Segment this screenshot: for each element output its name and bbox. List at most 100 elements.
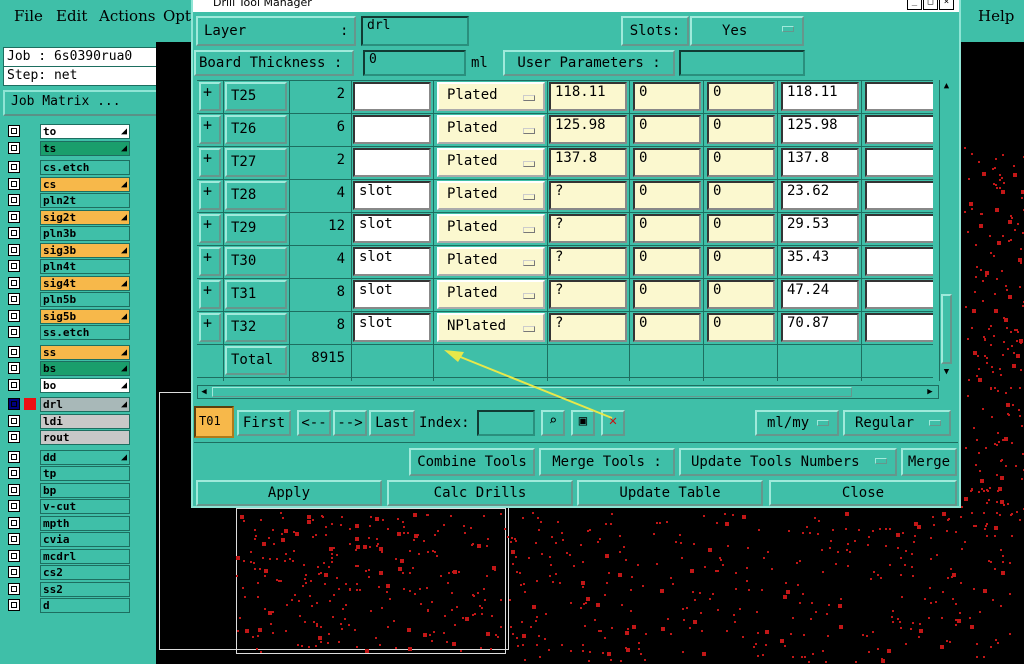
layer-checkbox[interactable] xyxy=(8,345,20,358)
dialog-titlebar[interactable]: Drill Tool Manager _ □ × xyxy=(193,0,959,12)
layer-checkbox[interactable] xyxy=(8,549,20,562)
tool-finish-size-input[interactable]: 29.53 xyxy=(781,214,859,243)
tool-size-input[interactable]: ? xyxy=(549,313,627,342)
tool-type-input[interactable]: slot xyxy=(353,247,431,276)
layer-name[interactable]: pln4t xyxy=(40,259,130,274)
layer-name[interactable]: sig5b ◢ xyxy=(40,308,130,324)
tool-size-input[interactable]: 125.98 xyxy=(549,115,627,144)
tool-plating-dropdown[interactable]: Plated xyxy=(437,148,545,177)
tool-tolerance-min-input[interactable]: 0 xyxy=(633,181,701,210)
tool-name[interactable]: T31 xyxy=(225,280,287,309)
close-icon[interactable]: × xyxy=(939,0,954,10)
tool-select-icon[interactable] xyxy=(199,214,221,243)
layer-name[interactable]: sig4t ◢ xyxy=(40,275,130,291)
layer-checkbox[interactable] xyxy=(8,177,20,190)
index-input[interactable] xyxy=(477,410,535,436)
tool-plating-dropdown[interactable]: NPlated xyxy=(437,313,545,342)
layer-row[interactable]: bs ◢ xyxy=(8,361,130,376)
merge-button[interactable]: Merge xyxy=(901,448,957,476)
tool-name[interactable]: T29 xyxy=(225,214,287,243)
layer-row[interactable]: pln5b xyxy=(8,292,130,307)
menu-edit[interactable]: Edit xyxy=(56,7,87,25)
layer-name[interactable]: pln3b xyxy=(40,226,130,241)
calc-drills-button[interactable]: Calc Drills xyxy=(387,480,573,506)
layer-row[interactable]: sig4t ◢ xyxy=(8,275,130,291)
prev-button[interactable]: <-- xyxy=(297,410,331,436)
board-thickness-input[interactable]: 0 xyxy=(363,50,466,76)
layer-input[interactable]: drl xyxy=(361,16,469,46)
tool-type-input[interactable]: slot xyxy=(353,181,431,210)
layer-checkbox[interactable] xyxy=(8,326,20,338)
layer-checkbox[interactable] xyxy=(8,161,20,173)
layer-row[interactable]: ss ◢ xyxy=(8,344,130,360)
layer-name[interactable]: sig2t ◢ xyxy=(40,209,130,225)
layer-name[interactable]: cs ◢ xyxy=(40,176,130,192)
tool-size-input[interactable]: ? xyxy=(549,280,627,309)
tool-tolerance-max-input[interactable]: 0 xyxy=(707,181,775,210)
menu-help[interactable]: Help xyxy=(978,7,1014,25)
hscroll-thumb[interactable] xyxy=(212,387,852,397)
tool-extra-input[interactable] xyxy=(865,181,933,210)
tool-size-input[interactable]: ? xyxy=(549,247,627,276)
layer-row[interactable]: dd ◢ xyxy=(8,449,130,465)
layer-row[interactable]: pln4t xyxy=(8,259,130,274)
tool-tolerance-max-input[interactable]: 0 xyxy=(707,214,775,243)
tool-plating-dropdown[interactable]: Plated xyxy=(437,82,545,111)
user-parameters-button[interactable]: User Parameters : xyxy=(503,50,675,76)
mode-dropdown[interactable]: Regular xyxy=(843,410,951,436)
apply-button[interactable]: Apply xyxy=(196,480,382,506)
tool-type-input[interactable]: slot xyxy=(353,313,431,342)
table-vertical-scrollbar[interactable]: ▲ ▼ xyxy=(939,80,953,381)
tool-tolerance-max-input[interactable]: 0 xyxy=(707,148,775,177)
tool-type-input[interactable] xyxy=(353,115,431,144)
menu-file[interactable]: File xyxy=(14,7,43,25)
layer-name[interactable]: tp xyxy=(40,466,130,481)
layer-row[interactable]: tp xyxy=(8,466,130,481)
layer-checkbox[interactable] xyxy=(8,500,20,512)
tool-select-icon[interactable] xyxy=(199,280,221,309)
layer-checkbox[interactable] xyxy=(8,227,20,239)
minimize-icon[interactable]: _ xyxy=(907,0,922,10)
tool-type-input[interactable] xyxy=(353,82,431,111)
table-horizontal-scrollbar[interactable]: ◀ ▶ xyxy=(197,385,939,399)
layer-checkbox[interactable] xyxy=(8,309,20,322)
layer-row[interactable]: cs2 xyxy=(8,565,130,580)
tool-tolerance-max-input[interactable]: 0 xyxy=(707,82,775,111)
layer-row[interactable]: sig2t ◢ xyxy=(8,209,130,225)
tool-select-icon[interactable] xyxy=(199,82,221,111)
next-button[interactable]: --> xyxy=(333,410,367,436)
layer-name[interactable]: pln5b xyxy=(40,292,130,307)
tool-extra-input[interactable] xyxy=(865,313,933,342)
tool-size-input[interactable]: ? xyxy=(549,214,627,243)
scroll-down-icon[interactable]: ▼ xyxy=(941,366,952,378)
scroll-left-icon[interactable]: ◀ xyxy=(198,386,210,398)
tool-extra-input[interactable] xyxy=(865,82,933,111)
tool-tolerance-max-input[interactable]: 0 xyxy=(707,115,775,144)
layer-checkbox[interactable] xyxy=(8,414,20,427)
delete-icon[interactable]: ✕ xyxy=(601,410,625,436)
layer-row[interactable]: mcdrl xyxy=(8,548,130,564)
tool-tolerance-min-input[interactable]: 0 xyxy=(633,82,701,111)
layer-checkbox[interactable] xyxy=(8,260,20,272)
layer-checkbox[interactable] xyxy=(8,243,20,256)
tool-tolerance-min-input[interactable]: 0 xyxy=(633,247,701,276)
layer-checkbox[interactable] xyxy=(8,599,20,611)
tool-select-icon[interactable] xyxy=(199,247,221,276)
layer-name[interactable]: bo ◢ xyxy=(40,377,130,393)
tool-type-input[interactable]: slot xyxy=(353,280,431,309)
first-button[interactable]: First xyxy=(237,410,291,436)
layer-name[interactable]: ss2 xyxy=(40,581,130,597)
merge-option-dropdown[interactable]: Update Tools Numbers xyxy=(679,448,897,476)
layer-name[interactable]: to ◢ xyxy=(40,124,130,139)
tool-tolerance-min-input[interactable]: 0 xyxy=(633,115,701,144)
layer-row[interactable]: pln3b xyxy=(8,226,130,241)
layer-checkbox[interactable] xyxy=(8,194,20,206)
layer-row[interactable]: drl ◢ xyxy=(8,397,130,412)
scroll-up-icon[interactable]: ▲ xyxy=(941,80,952,92)
lightbulb-icon[interactable]: ⌕ xyxy=(541,410,565,436)
tool-tolerance-max-input[interactable]: 0 xyxy=(707,280,775,309)
tool-name[interactable]: T30 xyxy=(225,247,287,276)
slots-dropdown[interactable]: Yes xyxy=(690,16,804,46)
layer-row[interactable]: d xyxy=(8,598,130,613)
layer-checkbox[interactable] xyxy=(8,431,20,443)
